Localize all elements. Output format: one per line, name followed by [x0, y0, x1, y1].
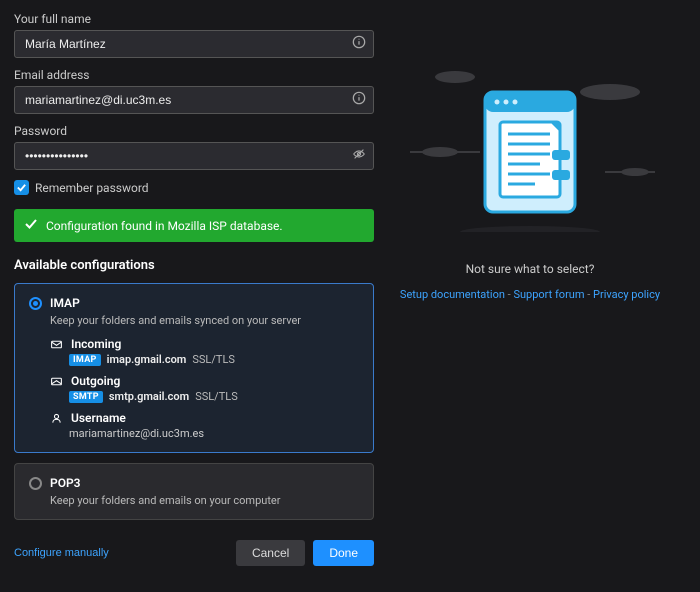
- username-label: Username: [71, 411, 126, 425]
- help-links: Setup documentation - Support forum - Pr…: [400, 288, 660, 301]
- check-icon: [14, 180, 29, 195]
- remember-password-label: Remember password: [35, 181, 149, 195]
- inbox-icon: [50, 338, 63, 351]
- outgoing-host: smtp.gmail.com: [109, 390, 189, 403]
- password-label: Password: [14, 124, 374, 138]
- eye-off-icon[interactable]: [352, 147, 366, 165]
- radio-unselected-icon: [29, 477, 42, 490]
- config-desc: Keep your folders and emails on your com…: [50, 494, 359, 507]
- privacy-policy-link[interactable]: Privacy policy: [593, 288, 660, 301]
- email-label: Email address: [14, 68, 374, 82]
- send-icon: [50, 375, 63, 388]
- remember-password-checkbox[interactable]: Remember password: [14, 180, 374, 195]
- setup-documentation-link[interactable]: Setup documentation: [400, 288, 505, 301]
- checkmark-icon: [24, 217, 38, 234]
- config-desc: Keep your folders and emails synced on y…: [50, 314, 359, 327]
- config-title: IMAP: [50, 296, 80, 310]
- user-icon: [50, 412, 63, 425]
- config-title: POP3: [50, 476, 81, 490]
- protocol-badge: SMTP: [69, 391, 103, 403]
- status-banner: Configuration found in Mozilla ISP datab…: [14, 209, 374, 242]
- username-value: mariamartinez@di.uc3m.es: [69, 427, 359, 440]
- help-panel: Not sure what to select? Setup documenta…: [374, 12, 686, 580]
- email-input[interactable]: [14, 86, 374, 114]
- full-name-input[interactable]: [14, 30, 374, 58]
- outgoing-security: SSL/TLS: [195, 390, 238, 403]
- protocol-badge: IMAP: [69, 354, 101, 366]
- available-configs-title: Available configurations: [14, 258, 374, 273]
- incoming-label: Incoming: [71, 337, 121, 351]
- support-forum-link[interactable]: Support forum: [513, 288, 584, 301]
- outgoing-label: Outgoing: [71, 374, 120, 388]
- config-option-imap[interactable]: IMAP Keep your folders and emails synced…: [14, 283, 374, 453]
- full-name-label: Your full name: [14, 12, 374, 26]
- radio-selected-icon: [29, 297, 42, 310]
- status-text: Configuration found in Mozilla ISP datab…: [46, 219, 283, 233]
- incoming-security: SSL/TLS: [192, 353, 235, 366]
- info-icon[interactable]: [352, 91, 366, 109]
- help-prompt: Not sure what to select?: [466, 262, 595, 276]
- done-button[interactable]: Done: [313, 540, 374, 566]
- configure-manually-link[interactable]: Configure manually: [14, 547, 109, 559]
- cancel-button[interactable]: Cancel: [236, 540, 305, 566]
- password-input[interactable]: [14, 142, 374, 170]
- account-setup-form: Your full name Email address Password: [14, 12, 374, 580]
- info-icon[interactable]: [352, 35, 366, 53]
- incoming-host: imap.gmail.com: [107, 353, 187, 366]
- config-option-pop3[interactable]: POP3 Keep your folders and emails on you…: [14, 463, 374, 520]
- setup-illustration: [400, 52, 660, 232]
